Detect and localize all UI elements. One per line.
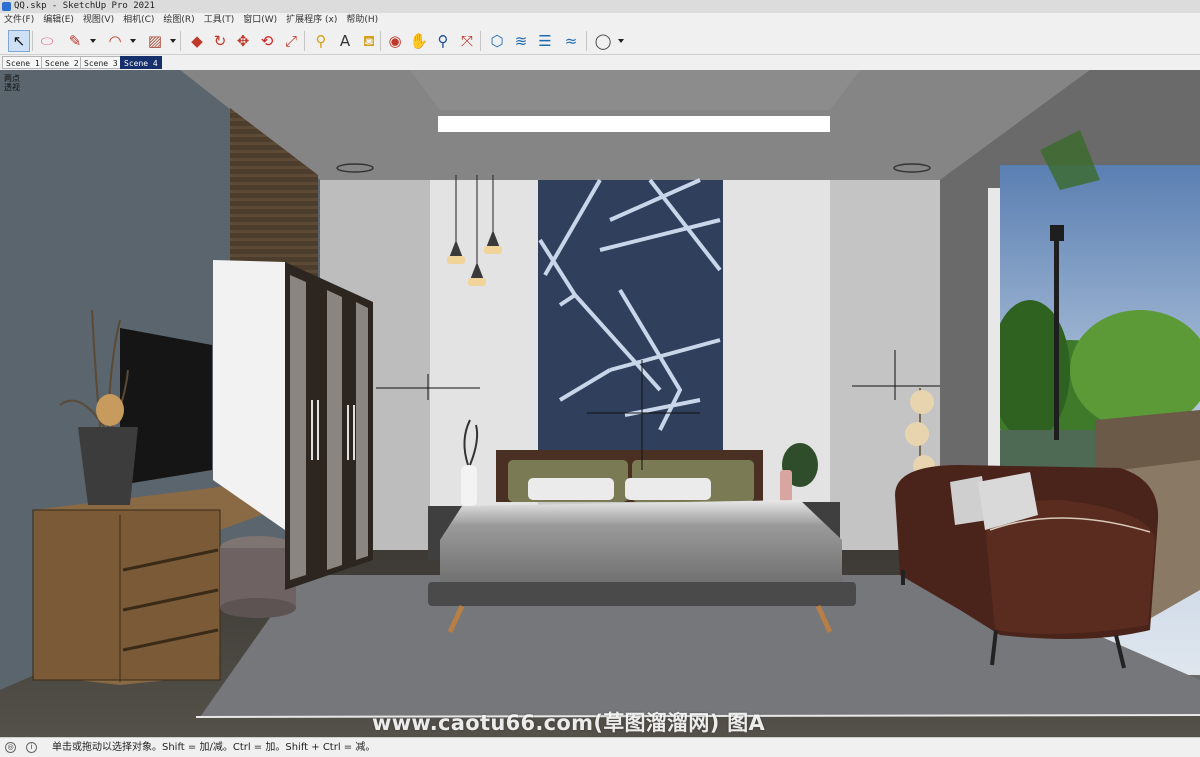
status-bar: ◎ i 单击或拖动以选择对象。Shift = 加/减。Ctrl = 加。Shif… [0, 737, 1200, 757]
arc-tool-icon: ◠ [108, 32, 122, 50]
rotate-tool-icon: ⟲ [260, 32, 274, 50]
bedroom-render [0, 70, 1200, 737]
pan-tool[interactable]: ✋ [408, 30, 430, 52]
select-tool-icon: ↖ [12, 32, 26, 50]
layout-tool[interactable]: ☰ [534, 30, 556, 52]
line-tool-dropdown-icon[interactable] [90, 39, 96, 43]
sketchup-logo-icon [2, 2, 11, 11]
main-toolbar: ↖ ⬭ ✎ ◠ ▨ ◆ ↻ ✥ ⟲ ⤢ ⚲ A ⛾ ◉ ✋ ⚲ ⤧ ⬡ ≋ ☰ ≈ ◯ [0, 27, 1200, 55]
3d-warehouse-tool[interactable]: ⬡ [486, 30, 508, 52]
menu-item-3[interactable]: 相机(C) [123, 13, 154, 27]
toolbar-separator [586, 31, 587, 51]
paint-bucket-tool[interactable]: ⛾ [358, 30, 380, 52]
account-tool[interactable]: ◯ [592, 30, 614, 52]
extension-warehouse-tool-icon: ≋ [514, 32, 528, 50]
status-message: 单击或拖动以选择对象。Shift = 加/减。Ctrl = 加。Shift + … [52, 742, 376, 753]
eraser-tool[interactable]: ⬭ [36, 30, 58, 52]
paint-bucket-tool-icon: ⛾ [362, 32, 376, 50]
account-tool-icon: ◯ [594, 32, 612, 50]
rectangle-tool-dropdown-icon[interactable] [170, 39, 176, 43]
pan-tool-icon: ✋ [409, 32, 429, 50]
style-builder-tool[interactable]: ≈ [560, 30, 582, 52]
eraser-tool-icon: ⬭ [40, 32, 54, 50]
watermark-text: www.caotu66.com(草图溜溜网) 图A [372, 711, 766, 735]
move-tool-icon: ✥ [236, 32, 250, 50]
move-tool[interactable]: ✥ [232, 30, 254, 52]
toolbar-separator [304, 31, 305, 51]
rotate-tool[interactable]: ⟲ [256, 30, 278, 52]
tape-measure-tool-icon: ⚲ [315, 32, 327, 50]
geo-location-icon[interactable]: ◎ [5, 742, 16, 753]
info-icon[interactable]: i [26, 742, 37, 753]
follow-me-tool-icon: ↻ [213, 32, 227, 50]
scene-tab-3[interactable]: Scene 3 [80, 56, 122, 69]
rectangle-tool-icon: ▨ [147, 32, 163, 50]
line-tool[interactable]: ✎ [64, 30, 86, 52]
scale-tool[interactable]: ⤢ [280, 30, 302, 52]
push-pull-tool-icon: ◆ [191, 32, 203, 50]
style-builder-tool-icon: ≈ [564, 32, 578, 50]
orbit-tool-icon: ◉ [388, 32, 402, 50]
title-bar: QQ.skp - SketchUp Pro 2021 [0, 0, 1200, 13]
window-title: QQ.skp - SketchUp Pro 2021 [14, 1, 155, 11]
arc-tool[interactable]: ◠ [104, 30, 126, 52]
text-tool[interactable]: A [334, 30, 356, 52]
camera-mode-label: 两点透视 [4, 74, 20, 92]
rectangle-tool[interactable]: ▨ [144, 30, 166, 52]
menu-bar: 文件(F) 编辑(E) 视图(V) 相机(C) 绘图(R) 工具(T) 窗口(W) 扩展程序 … [0, 13, 1200, 27]
zoom-extents-tool[interactable]: ⤧ [456, 30, 478, 52]
tape-measure-tool[interactable]: ⚲ [310, 30, 332, 52]
3d-warehouse-tool-icon: ⬡ [490, 32, 504, 50]
menu-item-0[interactable]: 文件(F) [4, 13, 34, 27]
toolbar-separator [480, 31, 481, 51]
toolbar-separator [32, 31, 33, 51]
menu-item-5[interactable]: 工具(T) [204, 13, 235, 27]
menu-item-8[interactable]: 帮助(H) [346, 13, 378, 27]
menu-item-7[interactable]: 扩展程序 (x) [286, 13, 337, 27]
select-tool[interactable]: ↖ [8, 30, 30, 52]
text-tool-icon: A [339, 32, 351, 50]
menu-item-1[interactable]: 编辑(E) [43, 13, 74, 27]
menu-item-4[interactable]: 绘图(R) [163, 13, 194, 27]
zoom-tool[interactable]: ⚲ [432, 30, 454, 52]
scene-tab-4[interactable]: Scene 4 [120, 56, 162, 69]
follow-me-tool[interactable]: ↻ [209, 30, 231, 52]
line-tool-icon: ✎ [68, 32, 82, 50]
layout-tool-icon: ☰ [538, 32, 552, 50]
menu-item-6[interactable]: 窗口(W) [243, 13, 277, 27]
toolbar-separator [180, 31, 181, 51]
zoom-tool-icon: ⚲ [437, 32, 449, 50]
menu-item-2[interactable]: 视图(V) [83, 13, 114, 27]
scale-tool-icon: ⤢ [284, 32, 297, 50]
zoom-extents-tool-icon: ⤧ [460, 32, 473, 50]
arc-tool-dropdown-icon[interactable] [130, 39, 136, 43]
toolbar-separator [380, 31, 381, 51]
account-tool-dropdown-icon[interactable] [618, 39, 624, 43]
push-pull-tool[interactable]: ◆ [186, 30, 208, 52]
model-viewport[interactable]: 两点透视 www.caotu66.com(草图溜溜网) 图A [0, 70, 1200, 737]
sketchup-window: QQ.skp - SketchUp Pro 2021 文件(F) 编辑(E) 视图(… [0, 0, 1200, 757]
scene-tabs: Scene 1 Scene 2 Scene 3 Scene 4 [0, 55, 1200, 70]
scene-tab-2[interactable]: Scene 2 [41, 56, 83, 69]
scene-tab-1[interactable]: Scene 1 [2, 56, 44, 69]
extension-warehouse-tool[interactable]: ≋ [510, 30, 532, 52]
orbit-tool[interactable]: ◉ [384, 30, 406, 52]
